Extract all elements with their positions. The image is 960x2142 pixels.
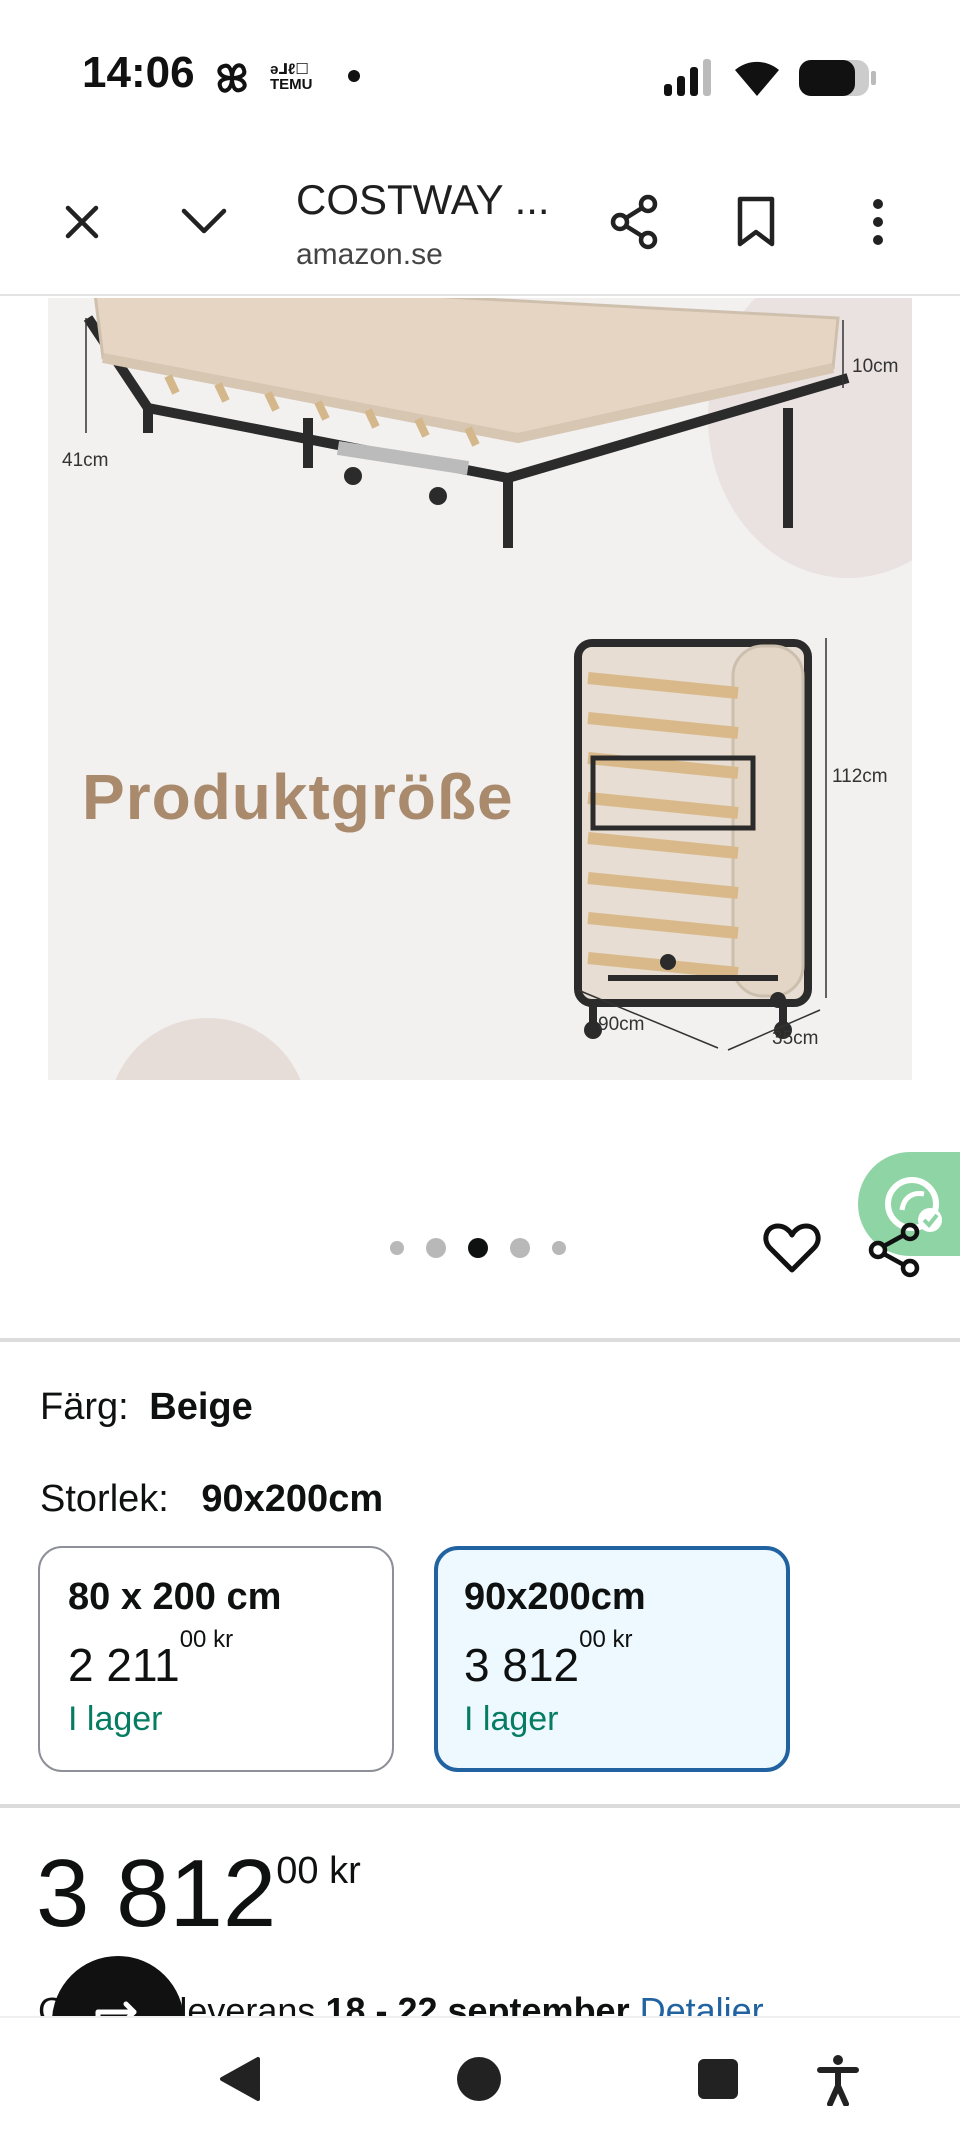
wifi-icon [732,54,782,103]
close-icon [65,205,99,239]
carousel-dot[interactable] [390,1241,404,1255]
size-option-price: 3 81200 kr [464,1626,633,1692]
dimension-label-depth: 35cm [772,1028,819,1049]
size-label: Storlek: [40,1478,169,1520]
dimension-label-width: 90cm [598,1014,645,1035]
price-currency: kr [329,1850,361,1892]
share-icon [610,194,658,250]
signal-icon [662,58,714,103]
dimension-label-leg: 41cm [62,450,109,471]
image-headline: Produktgröße [82,761,514,833]
system-nav-bar [0,2016,960,2142]
price-fraction: 00 [276,1850,319,1892]
pinwheel-icon [210,56,254,105]
more-vert-icon [873,199,883,245]
size-option-stock: I lager [464,1700,559,1738]
battery-icon [798,58,878,103]
browser-toolbar: COSTWAY ... amazon.se [0,150,960,296]
size-value: 90x200cm [201,1478,384,1520]
color-label: Färg: [40,1386,129,1428]
status-bar: 14:06 ǝ⅃ℓ☐ TEMU [0,0,960,150]
status-time: 14:06 [82,48,195,97]
page-title[interactable]: COSTWAY ... [296,176,550,224]
size-option-price-whole: 3 812 [464,1639,580,1691]
bookmark-button[interactable] [724,190,788,254]
section-divider [0,1804,960,1808]
recents-button[interactable] [696,2054,740,2109]
more-options-button[interactable] [846,190,910,254]
product-price: 3 81200 kr [36,1846,361,1942]
bookmark-icon [737,196,775,247]
temu-icon: ǝ⅃ℓ☐ TEMU [270,62,313,92]
home-button[interactable] [454,2054,504,2109]
back-triangle-icon [220,2057,260,2101]
temu-icon-label: TEMU [270,76,313,93]
dot-icon [348,70,360,82]
price-whole: 3 812 [36,1840,277,1947]
size-option-currency: kr [213,1625,234,1653]
size-option-price-fraction: 00 [179,1625,207,1653]
share-icon [868,1222,920,1278]
accessibility-button[interactable] [814,2054,862,2111]
close-button[interactable] [50,190,114,254]
size-option-80x200[interactable]: 80 x 200 cm 2 21100 kr I lager [38,1546,394,1772]
carousel-dot[interactable] [426,1238,446,1258]
share-button[interactable] [602,190,666,254]
product-image[interactable]: Produktgröße 10cm 41cm 112cm 90cm 35cm [48,298,912,1080]
product-share-button[interactable] [866,1222,922,1278]
collapse-button[interactable] [172,190,236,254]
recents-square-icon [698,2059,738,2099]
size-option-price-fraction: 00 [579,1625,606,1653]
dimension-label-folded-height: 112cm [832,766,888,787]
dimension-label-height: 10cm [852,356,899,377]
size-row: Storlek: 90x200cm [40,1478,383,1521]
home-circle-icon [457,2057,501,2101]
size-option-currency: kr [612,1625,633,1653]
page-domain[interactable]: amazon.se [296,238,443,272]
color-row: Färg: Beige [40,1386,253,1429]
accessibility-icon [817,2055,859,2107]
section-divider [0,1338,960,1342]
heart-icon [763,1223,821,1273]
carousel-dot[interactable] [552,1241,566,1255]
carousel-indicator [390,1238,566,1258]
carousel-dot[interactable] [510,1238,530,1258]
wishlist-button[interactable] [762,1218,822,1278]
color-value: Beige [149,1386,253,1428]
size-option-title: 80 x 200 cm [68,1576,282,1618]
back-button[interactable] [216,2054,266,2109]
temu-icon-top: ǝ⅃ℓ☐ [270,61,309,78]
chevron-down-icon [181,208,227,234]
size-option-90x200[interactable]: 90x200cm 3 81200 kr I lager [434,1546,790,1772]
size-option-price-whole: 2 211 [68,1639,180,1691]
folding-bed-illustration [83,298,912,1080]
carousel-dot-active[interactable] [468,1238,488,1258]
size-option-price: 2 21100 kr [68,1626,233,1692]
size-option-title: 90x200cm [464,1576,646,1618]
size-option-stock: I lager [68,1700,163,1738]
